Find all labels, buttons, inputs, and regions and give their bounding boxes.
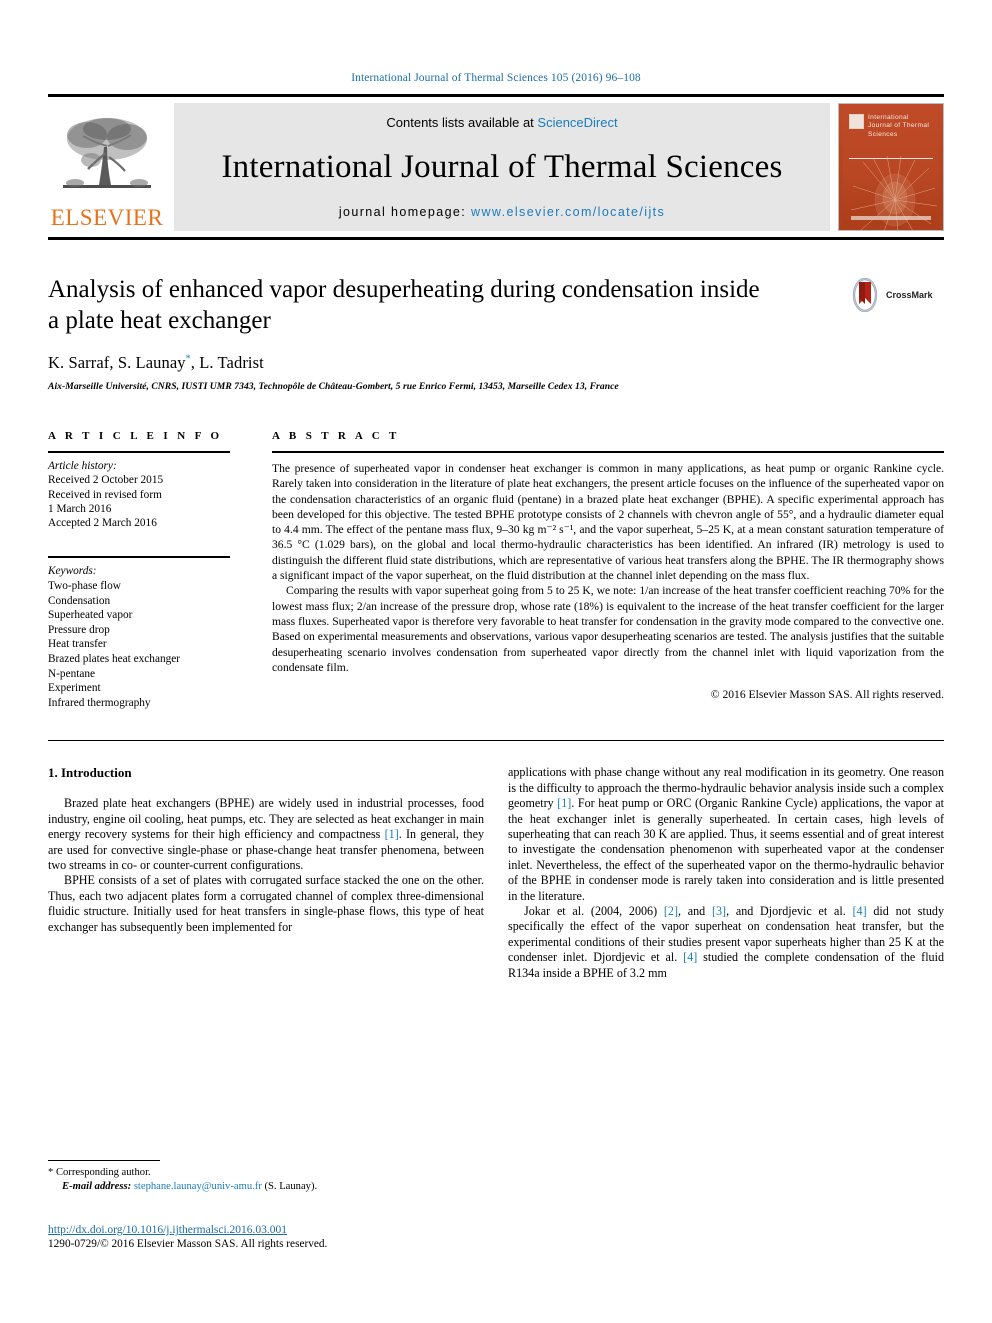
cover-journal-title: International Journal of Thermal Science… [868,114,930,138]
issn-copyright-line: 1290-0729/© 2016 Elsevier Masson SAS. Al… [48,1238,328,1250]
page-title: Analysis of enhanced vapor desuperheatin… [48,276,760,334]
history-item: Accepted 2 March 2016 [48,517,157,530]
section-heading-introduction: 1. Introduction [48,765,132,781]
citation-ref[interactable]: [1] [557,796,571,810]
info-abstract-block: A R T I C L E I N F O Article history: R… [48,430,944,710]
body-columns: 1. Introduction Brazed plate heat exchan… [48,765,944,981]
homepage-prefix: journal homepage: [338,205,472,219]
elsevier-tree-icon [63,118,151,188]
affiliation: Aix-Marseille Université, CNRS, IUSTI UM… [48,381,619,392]
corresponding-author-note: * Corresponding author. [48,1167,151,1178]
citation-ref[interactable]: [3] [712,904,726,918]
article-history-label: Article history: [48,460,117,472]
cover-footer-band [851,216,931,220]
footnote-rule [48,1160,160,1161]
intro-paragraph: Brazed plate heat exchangers (BPHE) are … [48,796,484,873]
body-column-left: 1. Introduction Brazed plate heat exchan… [48,765,484,981]
intro-paragraph: BPHE consists of a set of plates with co… [48,873,484,935]
article-history: Article history: Received 2 October 2015… [48,453,230,530]
keyword-item: Two-phase flow [48,580,121,593]
abstract-heading: A B S T R A C T [272,430,400,442]
journal-cover-thumbnail: International Journal of Thermal Science… [838,103,944,231]
keyword-item: Superheated vapor [48,609,133,622]
abstract-paragraph: The presence of superheated vapor in con… [272,462,944,583]
email-link[interactable]: stephane.launay@univ-amu.fr [134,1181,262,1192]
cover-emblem-icon [849,114,864,129]
citation-ref[interactable]: [2] [664,904,678,918]
intro-paragraph: Jokar et al. (2004, 2006) [2], and [3], … [508,904,944,981]
citation-ref[interactable]: [4] [683,950,697,964]
keyword-item: Brazed plates heat exchanger [48,653,181,666]
article-info-heading: A R T I C L E I N F O [48,430,223,442]
contents-prefix: Contents lists available at [386,115,538,130]
keyword-item: Infrared thermography [48,696,151,709]
journal-homepage-line: journal homepage: www.elsevier.com/locat… [339,205,665,219]
journal-band: Contents lists available at ScienceDirec… [174,103,830,231]
body-separator-rule [48,740,944,742]
body-column-right: applications with phase change without a… [508,765,944,981]
sciencedirect-link[interactable]: ScienceDirect [537,115,617,130]
paper-page: International Journal of Thermal Science… [0,0,992,1323]
doi-block: http://dx.doi.org/10.1016/j.ijthermalsci… [48,1224,480,1250]
citation-ref[interactable]: [1] [385,827,399,841]
cover-header: International Journal of Thermal Science… [849,114,933,139]
history-item: Received 2 October 2015 [48,474,164,487]
crossmark-label: CrossMark [886,290,933,300]
email-owner: (S. Launay). [264,1181,318,1192]
contents-available-line: Contents lists available at ScienceDirec… [386,115,617,130]
abstract-copyright: © 2016 Elsevier Masson SAS. All rights r… [710,688,944,702]
crossmark-icon [852,278,878,312]
intro-paragraph: applications with phase change without a… [508,765,944,904]
journal-title: International Journal of Thermal Science… [221,149,783,185]
keyword-item: N-pentane [48,667,96,680]
journal-masthead: ELSEVIER Contents lists available at Sci… [48,94,944,240]
history-item: 1 March 2016 [48,502,112,515]
intro-paragraph-text: Brazed plate heat exchangers (BPHE) are … [48,796,484,873]
crossmark-badge[interactable]: CrossMark [848,278,944,312]
journal-homepage-link[interactable]: www.elsevier.com/locate/ijts [471,205,665,219]
email-label: E-mail address: [62,1181,132,1192]
doi-link[interactable]: http://dx.doi.org/10.1016/j.ijthermalsci… [48,1224,480,1236]
abstract-column: A B S T R A C T The presence of superhea… [254,430,944,710]
article-info-column: A R T I C L E I N F O Article history: R… [48,430,254,710]
keywords-label: Keywords: [48,565,97,578]
abstract-body: The presence of superheated vapor in con… [272,453,944,675]
history-item: Received in revised form [48,488,162,501]
keyword-item: Experiment [48,682,101,695]
intro-paragraph-text: BPHE consists of a set of plates with co… [48,873,484,934]
authors-tail: , L. Tadrist [190,353,264,372]
keyword-item: Heat transfer [48,638,107,651]
running-head: International Journal of Thermal Science… [351,72,641,84]
keyword-item: Condensation [48,594,111,607]
intro-paragraph-text: applications with phase change without a… [508,765,944,903]
title-area: Analysis of enhanced vapor desuperheatin… [48,274,944,392]
intro-paragraph-text: Jokar et al. (2004, 2006) [2], and [3], … [508,904,945,980]
elsevier-logo: ELSEVIER [48,103,166,231]
elsevier-wordmark: ELSEVIER [50,205,164,230]
email-note: E-mail address: stephane.launay@univ-amu… [48,1180,480,1194]
keywords-block: Keywords: Two-phase flow Condensation Su… [48,558,230,710]
citation-ref[interactable]: [4] [853,904,867,918]
cover-background: International Journal of Thermal Science… [843,108,939,230]
footnote-block: * Corresponding author. E-mail address: … [48,1160,480,1194]
abstract-paragraph: Comparing the results with vapor superhe… [272,584,944,674]
author-list: K. Sarraf, S. Launay*, L. Tadrist [48,353,848,373]
authors-head: K. Sarraf, S. Launay [48,353,186,372]
keyword-item: Pressure drop [48,623,110,636]
